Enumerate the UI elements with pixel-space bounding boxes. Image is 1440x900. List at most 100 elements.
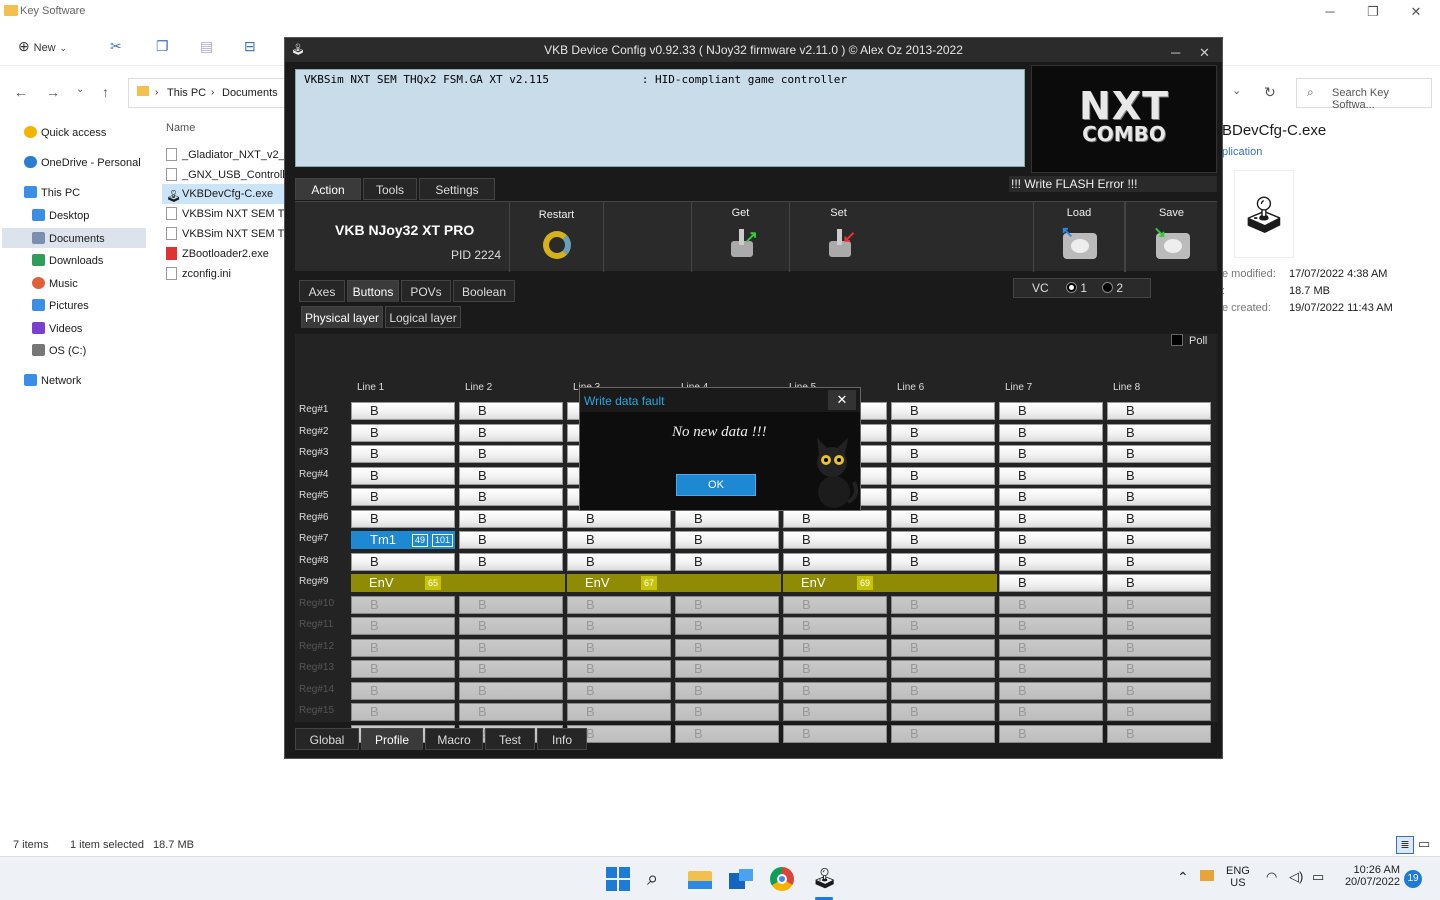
- register-cell[interactable]: B: [1107, 574, 1211, 592]
- breadcrumb-this-pc[interactable]: This PC: [167, 87, 206, 99]
- register-cell[interactable]: B: [891, 488, 995, 506]
- minimize-icon[interactable]: ─: [1171, 41, 1180, 65]
- vc-option-1[interactable]: 1: [1066, 279, 1087, 297]
- register-cell[interactable]: B: [351, 703, 455, 721]
- register-cell[interactable]: B: [675, 638, 779, 657]
- language-indicator[interactable]: ENG US: [1226, 865, 1250, 889]
- tab-global[interactable]: Global: [295, 728, 359, 750]
- tab-settings[interactable]: Settings: [419, 178, 495, 200]
- register-cell[interactable]: B: [459, 445, 563, 463]
- env-cell[interactable]: EnV 67: [567, 574, 781, 592]
- refresh-icon[interactable]: ↻: [1264, 84, 1276, 101]
- register-cell[interactable]: B: [1107, 445, 1211, 463]
- tray-app-icon[interactable]: [1200, 870, 1214, 881]
- file-item[interactable]: VKBSim NXT SEM T: [166, 207, 286, 220]
- dialog-ok-button[interactable]: OK: [676, 474, 756, 496]
- register-cell[interactable]: B: [783, 660, 887, 678]
- file-item[interactable]: zconfig.ini: [166, 267, 286, 280]
- register-cell[interactable]: B: [999, 488, 1103, 506]
- register-cell[interactable]: B: [783, 681, 887, 700]
- register-cell[interactable]: B: [675, 617, 779, 635]
- chrome-icon[interactable]: [770, 867, 794, 891]
- register-cell[interactable]: B: [1107, 595, 1211, 614]
- nav-desktop[interactable]: Desktop: [32, 209, 89, 222]
- register-cell[interactable]: B: [999, 617, 1103, 635]
- register-cell[interactable]: B: [999, 509, 1103, 528]
- details-view-icon[interactable]: ≣: [1396, 836, 1414, 854]
- register-cell[interactable]: B: [675, 681, 779, 700]
- register-cell[interactable]: B: [783, 509, 887, 528]
- register-cell[interactable]: B: [999, 531, 1103, 549]
- nav-os-drive[interactable]: OS (C:): [32, 344, 86, 357]
- file-explorer-icon[interactable]: [688, 867, 712, 891]
- address-dropdown-icon[interactable]: ⌄: [1232, 84, 1241, 97]
- get-button[interactable]: Get ↗: [691, 202, 789, 272]
- recent-dropdown-icon[interactable]: ⌄: [76, 84, 84, 95]
- register-cell[interactable]: B: [459, 488, 563, 506]
- battery-icon[interactable]: ▭: [1312, 869, 1324, 885]
- register-cell[interactable]: B: [891, 638, 995, 657]
- new-button[interactable]: ⊕ New ⌄: [18, 38, 67, 55]
- register-cell[interactable]: B: [459, 466, 563, 485]
- register-cell[interactable]: B: [1107, 552, 1211, 571]
- register-cell[interactable]: B: [351, 488, 455, 506]
- register-cell[interactable]: B: [891, 660, 995, 678]
- register-cell[interactable]: B: [459, 402, 563, 420]
- register-cell[interactable]: B: [459, 423, 563, 442]
- register-cell[interactable]: B: [999, 402, 1103, 420]
- tab-profile[interactable]: Profile: [361, 728, 423, 750]
- register-cell[interactable]: B: [459, 531, 563, 549]
- nav-quick-access[interactable]: Quick access: [24, 126, 106, 139]
- nav-onedrive[interactable]: OneDrive - Personal: [24, 156, 141, 169]
- column-header-name[interactable]: Name: [166, 122, 195, 134]
- register-cell[interactable]: B: [459, 703, 563, 721]
- register-cell[interactable]: B: [351, 660, 455, 678]
- register-cell[interactable]: B: [675, 552, 779, 571]
- tab-axes[interactable]: Axes: [299, 280, 345, 302]
- vkb-joystick-taskbar-icon[interactable]: 🕹: [812, 867, 837, 891]
- register-cell[interactable]: B: [891, 402, 995, 420]
- tab-physical-layer[interactable]: Physical layer: [301, 306, 383, 328]
- register-cell[interactable]: B: [351, 402, 455, 420]
- register-cell[interactable]: B: [567, 660, 671, 678]
- register-cell[interactable]: B: [783, 552, 887, 571]
- close-icon[interactable]: ✕: [1199, 41, 1210, 65]
- register-cell[interactable]: B: [675, 531, 779, 549]
- nav-network[interactable]: Network: [24, 374, 81, 387]
- register-cell[interactable]: B: [351, 445, 455, 463]
- paste-icon[interactable]: ▤: [200, 38, 213, 55]
- register-cell[interactable]: B: [1107, 724, 1211, 743]
- register-cell[interactable]: B: [891, 531, 995, 549]
- register-cell[interactable]: B: [891, 552, 995, 571]
- rename-icon[interactable]: ⊟: [244, 38, 256, 55]
- tab-povs[interactable]: POVs: [401, 280, 451, 302]
- register-cell[interactable]: B: [999, 595, 1103, 614]
- tab-buttons[interactable]: Buttons: [347, 280, 399, 302]
- minimize-icon[interactable]: ─: [1320, 4, 1340, 19]
- register-cell[interactable]: B: [567, 617, 671, 635]
- register-cell[interactable]: B: [783, 531, 887, 549]
- tab-boolean[interactable]: Boolean: [453, 280, 515, 302]
- register-cell[interactable]: B: [567, 703, 671, 721]
- tab-macro[interactable]: Macro: [425, 728, 483, 750]
- register-cell[interactable]: B: [999, 703, 1103, 721]
- nav-this-pc[interactable]: This PC: [24, 186, 80, 199]
- outlook-icon[interactable]: [729, 867, 753, 891]
- register-cell[interactable]: B: [1107, 703, 1211, 721]
- register-cell[interactable]: B: [351, 681, 455, 700]
- device-list-item[interactable]: VKBSim NXT SEM THQx2 FSM.GA XT v2.115 : …: [304, 73, 847, 86]
- register-cell[interactable]: B: [675, 509, 779, 528]
- search-icon[interactable]: ⌕: [647, 867, 671, 891]
- file-item[interactable]: 🕹VKBDevCfg-C.exe: [166, 188, 286, 202]
- register-cell[interactable]: B: [1107, 681, 1211, 700]
- register-cell[interactable]: B: [1107, 617, 1211, 635]
- register-cell[interactable]: B: [351, 638, 455, 657]
- register-cell[interactable]: B: [891, 595, 995, 614]
- register-cell[interactable]: B: [459, 595, 563, 614]
- register-cell[interactable]: B: [891, 703, 995, 721]
- tab-info[interactable]: Info: [537, 728, 587, 750]
- register-cell[interactable]: B: [459, 617, 563, 635]
- register-cell[interactable]: B: [567, 531, 671, 549]
- restart-button[interactable]: Restart: [509, 202, 603, 272]
- register-cell[interactable]: B: [891, 445, 995, 463]
